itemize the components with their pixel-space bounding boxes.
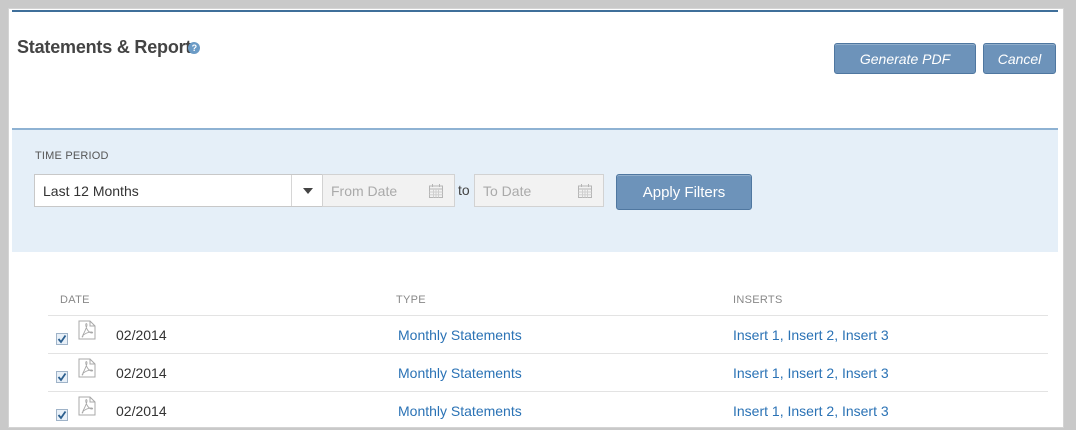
row-inserts: Insert 1, Insert 2, Insert 3: [733, 365, 889, 381]
checkmark-icon: [57, 372, 67, 382]
row-inserts: Insert 1, Insert 2, Insert 3: [733, 327, 889, 343]
insert-link[interactable]: Insert 3: [842, 327, 889, 343]
top-divider: [12, 10, 1058, 12]
generate-pdf-button[interactable]: Generate PDF: [834, 43, 976, 74]
pdf-icon[interactable]: [78, 396, 96, 416]
from-date-field[interactable]: From Date: [322, 174, 455, 207]
time-period-value: Last 12 Months: [43, 182, 139, 199]
calendar-icon[interactable]: [428, 183, 444, 199]
row-type-link[interactable]: Monthly Statements: [398, 403, 522, 419]
insert-link[interactable]: Insert 2: [787, 327, 834, 343]
time-period-label: TIME PERIOD: [35, 150, 109, 162]
column-header-date: DATE: [60, 294, 90, 306]
row-type-link[interactable]: Monthly Statements: [398, 327, 522, 343]
row-checkbox[interactable]: [56, 409, 68, 421]
row-checkbox[interactable]: [56, 333, 68, 345]
calendar-icon[interactable]: [577, 183, 593, 199]
date-range-separator: to: [458, 182, 470, 198]
insert-link[interactable]: Insert 3: [842, 403, 889, 419]
row-date: 02/2014: [116, 403, 167, 419]
cancel-button[interactable]: Cancel: [983, 43, 1056, 74]
to-date-placeholder: To Date: [483, 182, 532, 199]
page-title-text: Statements & Report: [17, 37, 192, 57]
table-row: 02/2014 Monthly Statements Insert 1, Ins…: [48, 315, 1048, 353]
insert-link[interactable]: Insert 1: [733, 327, 780, 343]
insert-link[interactable]: Insert 3: [842, 365, 889, 381]
pdf-icon[interactable]: [78, 320, 96, 340]
insert-link[interactable]: Insert 2: [787, 403, 834, 419]
checkmark-icon: [57, 410, 67, 420]
pdf-icon[interactable]: [78, 358, 96, 378]
to-date-field[interactable]: To Date: [474, 174, 604, 207]
row-inserts: Insert 1, Insert 2, Insert 3: [733, 403, 889, 419]
table-row: 02/2014 Monthly Statements Insert 1, Ins…: [48, 391, 1048, 429]
row-checkbox[interactable]: [56, 371, 68, 383]
insert-link[interactable]: Insert 1: [733, 403, 780, 419]
filter-panel: TIME PERIOD Last 12 Months From Date to …: [12, 128, 1058, 252]
select-arrow[interactable]: [291, 175, 323, 206]
row-date: 02/2014: [116, 365, 167, 381]
apply-filters-button[interactable]: Apply Filters: [616, 174, 752, 210]
column-header-type: TYPE: [396, 294, 426, 306]
checkmark-icon: [57, 334, 67, 344]
row-date: 02/2014: [116, 327, 167, 343]
chevron-down-icon: [302, 187, 313, 194]
page-title: Statements & Report?: [17, 37, 201, 58]
table-row: 02/2014 Monthly Statements Insert 1, Ins…: [48, 353, 1048, 391]
row-type-link[interactable]: Monthly Statements: [398, 365, 522, 381]
time-period-select[interactable]: Last 12 Months: [34, 174, 324, 207]
insert-link[interactable]: Insert 2: [787, 365, 834, 381]
insert-link[interactable]: Insert 1: [733, 365, 780, 381]
from-date-placeholder: From Date: [331, 182, 398, 199]
question-icon[interactable]: ?: [188, 42, 201, 55]
column-header-inserts: INSERTS: [733, 294, 783, 306]
